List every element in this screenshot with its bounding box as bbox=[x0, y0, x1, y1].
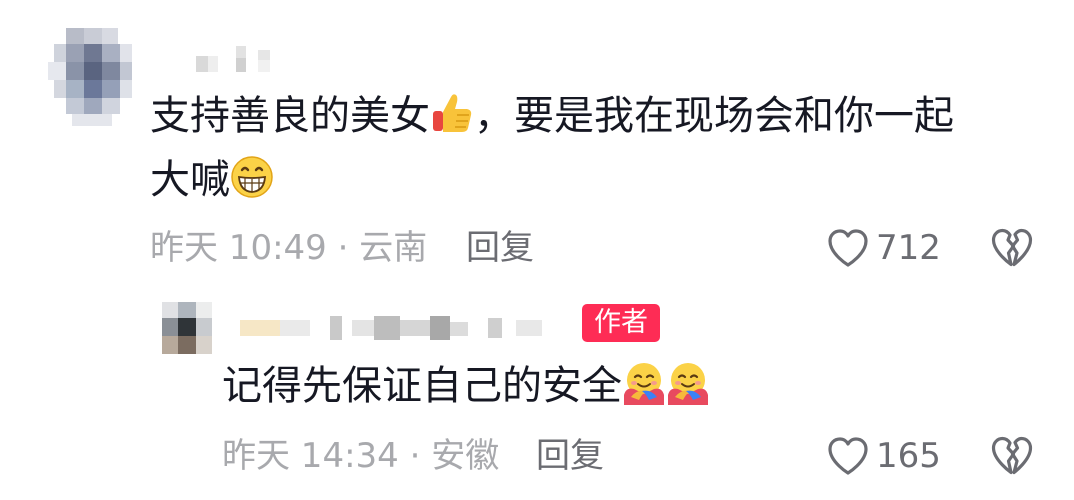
broken-heart-icon[interactable] bbox=[990, 434, 1034, 478]
reply-text-body: 记得先保证自己的安全 bbox=[222, 363, 622, 409]
thumbs-up-emoji bbox=[433, 94, 472, 132]
reply-meta: 昨天 14:34 · 安徽 bbox=[222, 436, 500, 476]
username-redacted[interactable] bbox=[196, 44, 276, 74]
reply-username-redacted[interactable] bbox=[240, 316, 560, 340]
reply-like-count: 165 bbox=[876, 436, 941, 476]
hugging-face-emoji bbox=[668, 363, 708, 405]
reply-avatar[interactable] bbox=[162, 302, 212, 354]
comment-thread: 支持善良的美女 ，要是我在现场会和你一起 大喊 昨天 10:49 · 云南 回复… bbox=[0, 0, 1074, 500]
reply-reply-button[interactable]: 回复 bbox=[536, 436, 604, 476]
comment-text-line1: 支持善良的美女 bbox=[150, 93, 430, 139]
like-button[interactable]: 712 bbox=[826, 226, 941, 270]
like-count: 712 bbox=[876, 228, 941, 268]
heart-outline-icon bbox=[828, 229, 868, 267]
broken-heart-icon[interactable] bbox=[990, 226, 1034, 270]
hugging-face-emoji bbox=[624, 363, 664, 405]
comment-text-line2: 大喊 bbox=[150, 157, 230, 203]
author-badge: 作者 bbox=[582, 304, 660, 342]
comment-text: 支持善良的美女 ，要是我在现场会和你一起 大喊 bbox=[150, 84, 954, 212]
reply-button[interactable]: 回复 bbox=[466, 228, 534, 268]
grinning-face-emoji bbox=[231, 156, 273, 198]
comment-text-line1b: ，要是我在现场会和你一起 bbox=[474, 93, 954, 139]
heart-outline-icon bbox=[828, 437, 868, 475]
comment-meta: 昨天 10:49 · 云南 bbox=[150, 228, 428, 268]
avatar[interactable] bbox=[48, 28, 132, 126]
reply-text: 记得先保证自己的安全 bbox=[222, 354, 710, 418]
reply-like-button[interactable]: 165 bbox=[826, 434, 941, 478]
